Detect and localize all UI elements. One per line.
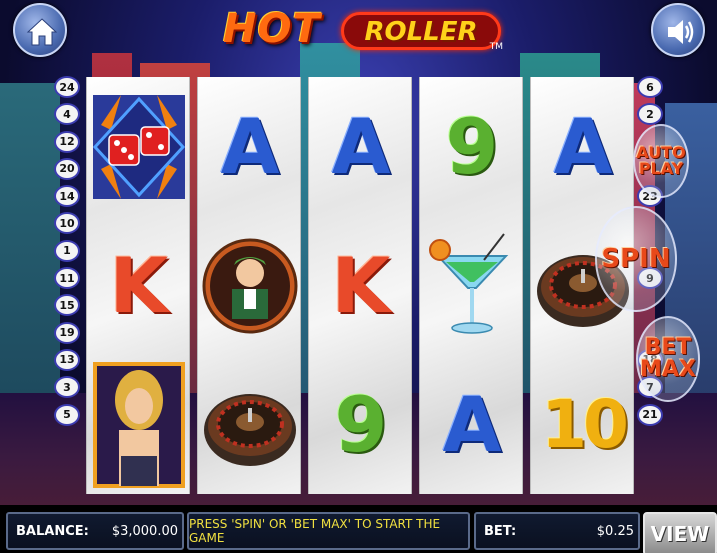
game-logo: HOT ROLLER TM [215, 2, 505, 60]
bet-max-button[interactable]: BET MAX [636, 316, 700, 402]
payline-marker[interactable]: 14 [54, 185, 80, 208]
message-panel: PRESS 'SPIN' OR 'BET MAX' TO START THE G… [187, 512, 470, 550]
symbol-10: 10 [531, 355, 635, 494]
bet-label: BET: [484, 523, 517, 539]
payline-marker[interactable]: 4 [54, 103, 80, 126]
symbol-dealer [198, 216, 302, 355]
symbol-dice [87, 77, 191, 216]
reel-1: K [86, 77, 190, 494]
symbol-a: A [531, 77, 635, 216]
left-payline-indicators: 24 4 12 20 14 10 1 11 15 19 13 3 5 [54, 76, 82, 431]
home-button[interactable] [13, 3, 67, 57]
payline-marker[interactable]: 15 [54, 294, 80, 317]
symbol-letter: A [220, 101, 280, 191]
symbol-a: A [309, 77, 413, 216]
auto-play-label: AUTO PLAY [636, 145, 685, 177]
payline-marker[interactable]: 2 [637, 103, 663, 126]
symbol-k: K [309, 216, 413, 355]
logo-roller-badge: ROLLER [341, 12, 501, 50]
bet-max-label: BET MAX [640, 337, 696, 381]
payline-marker[interactable]: 6 [637, 76, 663, 98]
bet-panel: BET: $0.25 [474, 512, 640, 550]
symbol-letter: A [553, 101, 613, 191]
payline-marker[interactable]: 13 [54, 348, 80, 371]
showgirl-icon [93, 361, 185, 488]
payline-marker[interactable]: 1 [54, 239, 80, 262]
reel-area: K A A K 9 9 A A 10 [86, 77, 634, 494]
bet-value: $0.25 [596, 523, 634, 539]
symbol-9: 9 [420, 77, 524, 216]
martini-glass-icon [429, 232, 509, 334]
logo-hot-text: HOT [223, 6, 321, 52]
symbol-roulette [198, 355, 302, 494]
symbol-k: K [87, 216, 191, 355]
auto-play-label-line2: PLAY [638, 159, 684, 178]
payline-marker[interactable]: 11 [54, 267, 80, 290]
symbol-letter: 9 [334, 379, 388, 469]
symbol-letter: K [331, 240, 391, 330]
auto-play-button[interactable]: AUTO PLAY [633, 124, 689, 198]
roulette-wheel-icon [204, 393, 296, 466]
reel-4: 9 A [419, 77, 523, 494]
home-icon [26, 18, 58, 46]
logo-trademark: TM [489, 42, 503, 52]
payline-marker[interactable]: 20 [54, 157, 80, 180]
symbol-letter: 10 [541, 385, 629, 463]
sound-button[interactable] [651, 3, 705, 57]
speaker-icon [668, 20, 694, 44]
dealer-icon [202, 238, 298, 333]
view-label: VIEW [650, 522, 710, 546]
symbol-lady [87, 355, 191, 494]
balance-panel: BALANCE: $3,000.00 [6, 512, 184, 550]
symbol-letter: A [442, 379, 502, 469]
payline-marker[interactable]: 5 [54, 403, 80, 426]
logo-roller-text: ROLLER [364, 17, 478, 47]
balance-value: $3,000.00 [111, 523, 178, 539]
game-message: PRESS 'SPIN' OR 'BET MAX' TO START THE G… [189, 517, 441, 545]
payline-marker[interactable]: 10 [54, 212, 80, 235]
status-bar: BALANCE: $3,000.00 PRESS 'SPIN' OR 'BET … [0, 505, 717, 553]
symbol-letter: A [331, 101, 391, 191]
payline-marker[interactable]: 21 [637, 403, 663, 426]
bet-max-label-line2: MAX [640, 357, 696, 382]
symbol-martini [420, 216, 524, 355]
reel-3: A K 9 [308, 77, 412, 494]
spin-button[interactable]: SPIN [595, 206, 677, 312]
balance-label: BALANCE: [16, 523, 89, 539]
reel-2: A [197, 77, 301, 494]
symbol-a: A [198, 77, 302, 216]
symbol-letter: 9 [445, 101, 499, 191]
view-button[interactable]: VIEW [643, 512, 717, 553]
payline-marker[interactable]: 3 [54, 376, 80, 399]
symbol-letter: K [109, 240, 169, 330]
dice-icon [92, 94, 186, 199]
symbol-9: 9 [309, 355, 413, 494]
payline-marker[interactable]: 24 [54, 76, 80, 98]
payline-marker[interactable]: 19 [54, 321, 80, 344]
spin-label: SPIN [601, 244, 671, 274]
payline-marker[interactable]: 12 [54, 130, 80, 153]
symbol-a: A [420, 355, 524, 494]
